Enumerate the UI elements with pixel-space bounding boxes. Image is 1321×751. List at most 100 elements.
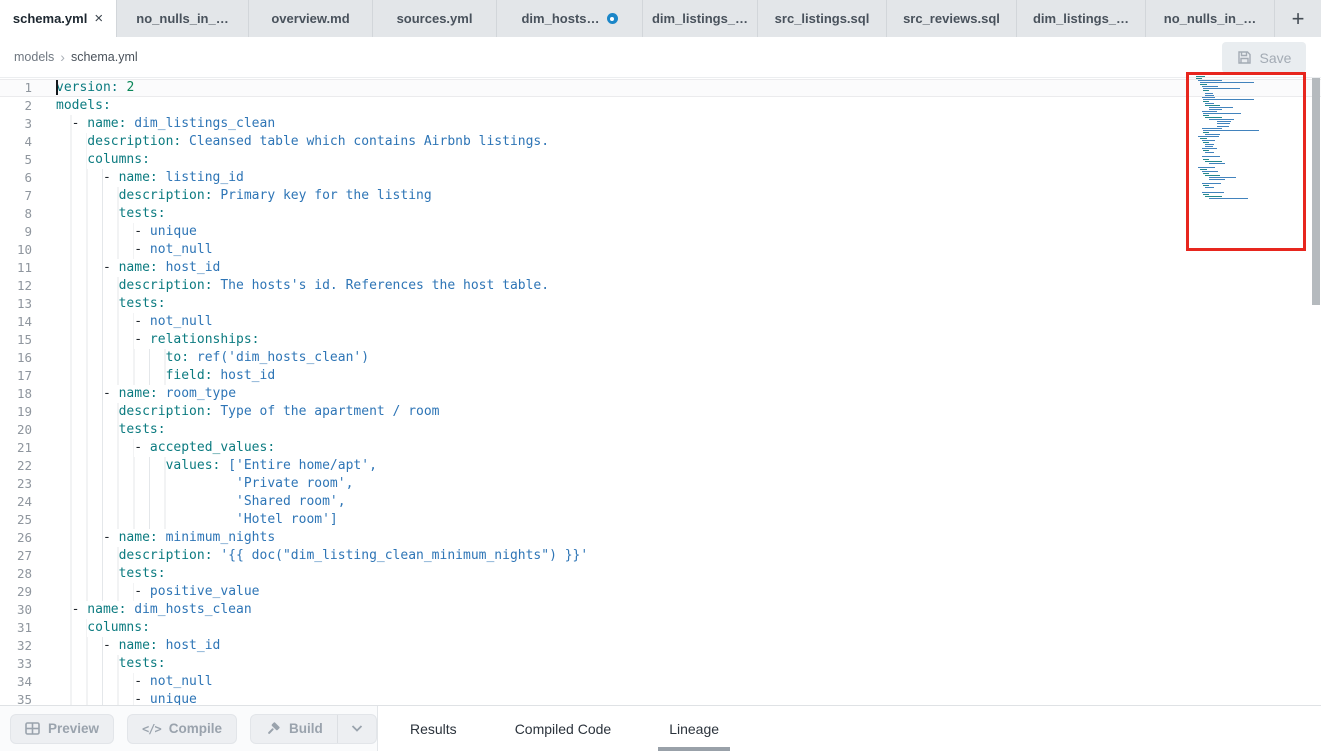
code-line[interactable]: 3- name: dim_listings_clean — [0, 115, 1321, 133]
line-number: 12 — [0, 277, 32, 295]
line-number: 13 — [0, 295, 32, 313]
line-number: 30 — [0, 601, 32, 619]
line-number: 20 — [0, 421, 32, 439]
tab-overview-md[interactable]: overview.md — [249, 0, 373, 37]
tab-dim-listings-[interactable]: dim_listings_… — [643, 0, 758, 37]
line-number: 16 — [0, 349, 32, 367]
editor-scrollbar[interactable] — [1312, 78, 1320, 305]
tab-label: dim_listings_… — [1033, 11, 1129, 26]
breadcrumb-folder[interactable]: models — [14, 50, 54, 64]
code-line[interactable]: 28tests: — [0, 565, 1321, 583]
code-line[interactable]: 8tests: — [0, 205, 1321, 223]
unsaved-changes-dot — [607, 13, 618, 24]
result-panel-tabs: Results Compiled Code Lineage — [378, 706, 1321, 751]
code-line[interactable]: 11- name: host_id — [0, 259, 1321, 277]
tab-schema-yml[interactable]: schema.yml× — [0, 0, 117, 37]
code-line[interactable]: 4description: Cleansed table which conta… — [0, 133, 1321, 151]
line-number: 5 — [0, 151, 32, 169]
line-number: 14 — [0, 313, 32, 331]
code-line[interactable]: 23 'Private room', — [0, 475, 1321, 493]
preview-button-label: Preview — [48, 721, 99, 736]
code-line[interactable]: 7description: Primary key for the listin… — [0, 187, 1321, 205]
chevron-down-icon — [351, 725, 363, 732]
code-line[interactable]: 14- not_null — [0, 313, 1321, 331]
line-number: 9 — [0, 223, 32, 241]
code-line[interactable]: 33tests: — [0, 655, 1321, 673]
code-line[interactable]: 34- not_null — [0, 673, 1321, 691]
tab-sources-yml[interactable]: sources.yml — [373, 0, 497, 37]
tab-bar-spacer: + — [1275, 0, 1321, 37]
code-line[interactable]: 31columns: — [0, 619, 1321, 637]
line-number: 33 — [0, 655, 32, 673]
code-line[interactable]: 6- name: listing_id — [0, 169, 1321, 187]
preview-button[interactable]: Preview — [10, 714, 114, 744]
code-line[interactable]: 25 'Hotel room'] — [0, 511, 1321, 529]
code-line[interactable]: 21- accepted_values: — [0, 439, 1321, 457]
line-number: 3 — [0, 115, 32, 133]
compile-button-label: Compile — [169, 721, 222, 736]
close-tab-icon[interactable]: × — [94, 11, 103, 26]
code-line[interactable]: 13tests: — [0, 295, 1321, 313]
line-number: 21 — [0, 439, 32, 457]
tab-lineage[interactable]: Lineage — [658, 706, 730, 751]
breadcrumb-file: schema.yml — [71, 50, 138, 64]
build-button-label: Build — [289, 721, 323, 736]
code-line[interactable]: 35- unique — [0, 691, 1321, 705]
code-line[interactable]: 2models: — [0, 97, 1321, 115]
code-line[interactable]: 26- name: minimum_nights — [0, 529, 1321, 547]
minimap-highlight-box — [1186, 72, 1306, 251]
tab-label: overview.md — [271, 11, 349, 26]
code-line[interactable]: 22values: ['Entire home/apt', — [0, 457, 1321, 475]
tab-dim-listings-[interactable]: dim_listings_… — [1017, 0, 1146, 37]
tab-label: sources.yml — [397, 11, 473, 26]
code-line[interactable]: 17field: host_id — [0, 367, 1321, 385]
tab-no-nulls-in-[interactable]: no_nulls_in_… — [1146, 0, 1275, 37]
new-tab-button[interactable]: + — [1292, 8, 1305, 30]
tab-bar: schema.yml×no_nulls_in_…overview.mdsourc… — [0, 0, 1321, 37]
save-button[interactable]: Save — [1222, 42, 1306, 73]
code-line[interactable]: 19description: Type of the apartment / r… — [0, 403, 1321, 421]
chevron-right-icon: › — [60, 49, 65, 65]
active-tab-underline — [658, 747, 730, 751]
line-number: 29 — [0, 583, 32, 601]
tab-label: dim_listings_… — [652, 11, 748, 26]
tab-compiled-code[interactable]: Compiled Code — [504, 706, 623, 751]
line-number: 34 — [0, 673, 32, 691]
code-line[interactable]: 29- positive_value — [0, 583, 1321, 601]
line-number: 26 — [0, 529, 32, 547]
code-line[interactable]: 5columns: — [0, 151, 1321, 169]
breadcrumb: models › schema.yml — [14, 37, 138, 77]
tab-results[interactable]: Results — [399, 706, 468, 751]
tab-dim-hosts-[interactable]: dim_hosts… — [497, 0, 643, 37]
build-button[interactable]: Build — [251, 715, 337, 743]
code-line[interactable]: 30- name: dim_hosts_clean — [0, 601, 1321, 619]
code-line[interactable]: 27description: '{{ doc("dim_listing_clea… — [0, 547, 1321, 565]
line-number: 28 — [0, 565, 32, 583]
line-number: 15 — [0, 331, 32, 349]
tab-src-listings-sql[interactable]: src_listings.sql — [758, 0, 887, 37]
line-number: 27 — [0, 547, 32, 565]
code-line[interactable]: 24 'Shared room', — [0, 493, 1321, 511]
tab-src-reviews-sql[interactable]: src_reviews.sql — [887, 0, 1017, 37]
code-line[interactable]: 18- name: room_type — [0, 385, 1321, 403]
code-line[interactable]: 16to: ref('dim_hosts_clean') — [0, 349, 1321, 367]
code-line[interactable]: 20tests: — [0, 421, 1321, 439]
line-number: 24 — [0, 493, 32, 511]
code-line[interactable]: 12description: The hosts's id. Reference… — [0, 277, 1321, 295]
tab-label: src_listings.sql — [775, 11, 870, 26]
breadcrumb-bar: models › schema.yml Save — [0, 37, 1321, 78]
code-line[interactable]: 9- unique — [0, 223, 1321, 241]
build-split-button: Build — [250, 714, 377, 744]
build-options-button[interactable] — [337, 715, 376, 743]
code-line[interactable]: 15- relationships: — [0, 331, 1321, 349]
table-icon — [25, 722, 40, 735]
editor[interactable]: 1version: 22models:3- name: dim_listings… — [0, 78, 1321, 705]
code-line[interactable]: 1version: 2 — [0, 79, 1321, 97]
code-line[interactable]: 32- name: host_id — [0, 637, 1321, 655]
tab-no-nulls-in-[interactable]: no_nulls_in_… — [117, 0, 249, 37]
line-number: 1 — [0, 79, 32, 97]
line-number: 31 — [0, 619, 32, 637]
code-line[interactable]: 10- not_null — [0, 241, 1321, 259]
line-number: 6 — [0, 169, 32, 187]
compile-button[interactable]: </> Compile — [127, 714, 237, 744]
